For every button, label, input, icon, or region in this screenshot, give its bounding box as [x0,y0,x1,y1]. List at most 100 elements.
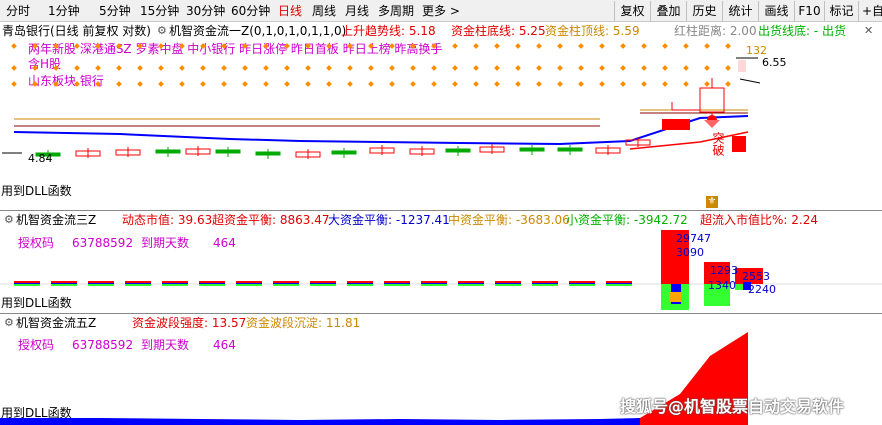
signal-dot [137,65,143,71]
candles [35,137,651,160]
period-tab-3[interactable]: 5分钟 [99,3,131,19]
signal-dot [410,81,416,87]
period-tab-1[interactable]: 分时 [6,3,30,19]
signal-dot [284,43,290,49]
flow-bar [273,283,299,284]
flow-bar [495,283,521,284]
watermark: 搜狐号@机智股票自动交易软件 [620,397,845,416]
overlay-button[interactable]: 叠加 [650,1,686,21]
dll-notice-pane2: 用到DLL函数 [1,296,72,310]
flow-bar [606,281,632,283]
signal-dot [347,43,353,49]
signal-dot [725,43,731,49]
period-tab-daily[interactable]: 日线 [278,3,302,19]
signal-dot [725,65,731,71]
period-tab-monthly[interactable]: 月线 [345,3,369,19]
history-button[interactable]: 历史 [686,1,722,21]
signal-dot [137,81,143,87]
signal-dot [116,43,122,49]
signal-dot [158,81,164,87]
flow-bar [421,284,447,286]
flow-bar [569,281,595,283]
signal-dot [641,65,647,71]
signal-dot [725,81,731,87]
signal-dot [263,43,269,49]
signal-dot [473,81,479,87]
signal-dot [200,43,206,49]
period-tab-weekly[interactable]: 周线 [312,3,336,19]
flow-bar [14,284,40,286]
signal-dot [683,81,689,87]
signal-dot [221,65,227,71]
adjust-button[interactable]: 复权 [614,1,650,21]
flow-bar [384,284,410,286]
flow-bar [236,284,262,286]
signal-dot [32,81,38,87]
flow-bar [532,283,558,284]
signal-dot [578,43,584,49]
period-tab-multi[interactable]: 多周期 [378,3,414,19]
pane2-title: 机智资金流三Z [16,213,97,227]
big-flow: 大资金平衡: -1237.41 [328,213,450,227]
signal-dot [284,81,290,87]
mark-button[interactable]: 标记 [824,1,858,21]
period-tab-2[interactable]: 1分钟 [48,3,80,19]
flow-val-1: 29747 [676,232,711,245]
signal-dot [662,65,668,71]
signal-dot [179,81,185,87]
signal-dot [95,43,101,49]
signal-dot [116,65,122,71]
signal-dot [95,81,101,87]
flow-bar [347,281,373,283]
signal-box [738,60,746,72]
signal-dot [641,81,647,87]
signal-dot [704,43,710,49]
signal-dot [242,65,248,71]
flow-bar [273,284,299,286]
custom-button[interactable]: +自 [858,1,882,21]
signal-dot [704,81,710,87]
signal-dot [116,81,122,87]
signal-dot [11,81,17,87]
f10-button[interactable]: F10 [794,1,824,21]
flow-val-5: 1340 [708,279,736,292]
period-tab-5[interactable]: 30分钟 [186,3,225,19]
signal-dot [662,81,668,87]
flow-bar [421,283,447,284]
candle-big-1 [662,119,690,130]
flow-bar [162,281,188,283]
signal-dot [326,65,332,71]
flow-bar [162,284,188,286]
price-high-label: 6.55 [762,56,787,69]
flow-bar [421,281,447,283]
signal-dot [452,43,458,49]
signal-dot [200,81,206,87]
flow-bar [162,283,188,284]
more-periods-button[interactable]: 更多 > [422,3,460,19]
signal-dot [11,43,17,49]
period-tab-4[interactable]: 15分钟 [140,3,179,19]
band-blue-area [0,418,640,425]
signal-dot [578,65,584,71]
candle-big-3 [732,136,746,152]
signal-dot [683,65,689,71]
signal-dot [179,43,185,49]
signal-dot [557,65,563,71]
signal-dot [515,81,521,87]
draw-line-button[interactable]: 画线 [758,1,794,21]
signal-dot [431,81,437,87]
flow-bar [125,284,151,286]
gear-icon[interactable]: ⚙ [4,213,14,227]
flow-bar [88,283,114,284]
signal-dot [536,43,542,49]
signal-dot [515,65,521,71]
info-icon[interactable]: ⚜ [706,196,718,208]
flow-bar [51,281,77,283]
breakout-label: 突破 [711,132,725,156]
flow-bar [532,281,558,283]
period-tab-6[interactable]: 60分钟 [231,3,270,19]
signal-dot [74,81,80,87]
signal-dot [263,65,269,71]
super-flow: 超资金平衡: 8863.47 [212,213,330,227]
statistics-button[interactable]: 统计 [722,1,758,21]
